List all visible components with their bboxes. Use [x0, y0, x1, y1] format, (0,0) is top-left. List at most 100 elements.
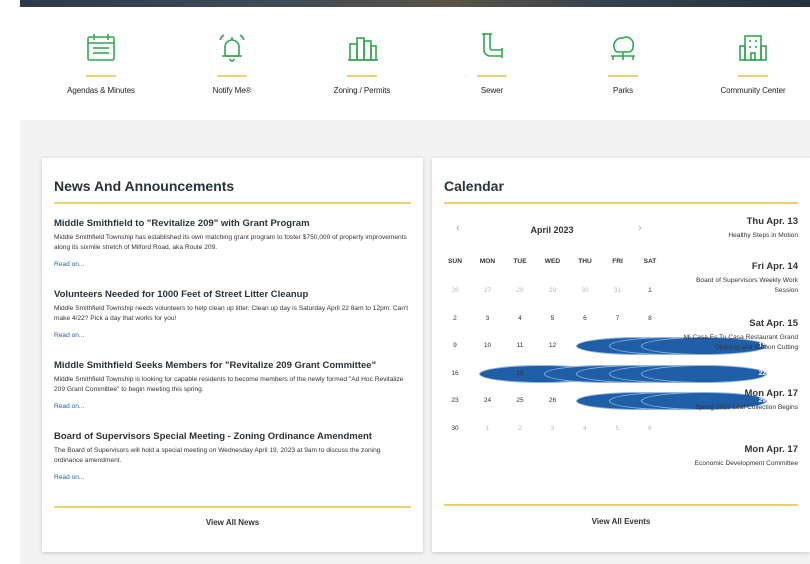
weekday-label: WED — [544, 258, 561, 265]
calendar-day[interactable]: 30 — [446, 420, 464, 438]
event-item[interactable]: Sat Apr. 15 Mi Casa Es Tu Casa Restauran… — [672, 318, 798, 353]
quicklink-label: Parks — [613, 86, 633, 95]
news-headline[interactable]: Volunteers Needed for 1000 Feet of Stree… — [54, 289, 409, 301]
buildings-icon — [342, 28, 382, 68]
calendar-day[interactable]: 18 — [511, 365, 529, 383]
news-summary: Middle Smithfield Township needs volunte… — [54, 305, 409, 322]
calendar-day[interactable]: 2 — [511, 420, 529, 438]
read-on-link[interactable]: Read on... — [54, 261, 84, 268]
quicklink-label: Notify Me® — [212, 86, 252, 95]
news-headline[interactable]: Middle Smithfield Seeks Members for "Rev… — [54, 360, 409, 372]
read-on-link[interactable]: Read on... — [54, 332, 84, 339]
calendar-day[interactable]: 23 — [446, 392, 464, 410]
calendar-day[interactable]: 26 — [544, 392, 562, 410]
building-icon — [733, 28, 773, 68]
calendar-day[interactable]: 30 — [576, 282, 594, 300]
park-icon — [603, 28, 643, 68]
news-title: News And Announcements — [54, 178, 235, 194]
quicklink-label: Community Center — [720, 86, 786, 95]
news-article: Middle Smithfield Seeks Members for "Rev… — [54, 360, 409, 413]
weekday-label: THU — [578, 258, 592, 265]
calendar-day[interactable]: 4 — [576, 420, 594, 438]
calendar-day[interactable]: 11 — [511, 337, 529, 355]
event-item[interactable]: Fri Apr. 14 Board of Supervisors Weekly … — [672, 261, 798, 296]
calendar-day[interactable]: 12 — [544, 337, 562, 355]
event-item[interactable]: Thu Apr. 13 Healthy Steps in Motion — [672, 216, 798, 241]
event-title: Economic Development Committee — [694, 460, 798, 467]
event-date: Mon Apr. 17 — [744, 388, 799, 399]
quicklink-label: Agendas & Minutes — [67, 86, 135, 95]
news-headline[interactable]: Middle Smithfield to "Revitalize 209" wi… — [54, 218, 409, 230]
quicklink-agendas-minutes[interactable]: Agendas & Minutes — [46, 22, 156, 95]
event-title: Spring 2023 Leaf Collection Begins — [694, 404, 798, 411]
calendar-day[interactable]: 3 — [479, 310, 497, 328]
calendar-day-with-event[interactable]: 22 — [641, 364, 767, 383]
calendar-day[interactable]: 29 — [544, 282, 562, 300]
quicklink-label: Sewer — [480, 86, 504, 95]
quicklink-zoning-permits[interactable]: Zoning / Permits — [307, 22, 417, 95]
event-date: Sat Apr. 15 — [749, 318, 798, 329]
calendar-month-nav: ‹ April 2023 › — [444, 222, 644, 238]
event-title: Healthy Steps in Motion — [728, 232, 798, 239]
calendar-day[interactable]: 6 — [576, 310, 594, 328]
calendar-day[interactable]: 1 — [479, 420, 497, 438]
news-article: Board of Supervisors Special Meeting - Z… — [54, 431, 409, 484]
calendar-day[interactable]: 27 — [479, 282, 497, 300]
calendar-month-label: April 2023 — [530, 225, 574, 235]
event-item[interactable]: Mon Apr. 17 Economic Development Committ… — [672, 444, 798, 469]
news-footer-divider — [54, 506, 411, 508]
bell-icon — [212, 28, 252, 68]
calendar-title-divider — [444, 202, 798, 204]
calendar-day[interactable]: 5 — [609, 420, 627, 438]
next-month-button[interactable]: › — [638, 222, 642, 234]
calendar-day[interactable]: 25 — [511, 392, 529, 410]
event-title: Board of Supervisors Weekly Work Session — [696, 277, 798, 294]
calendar-day[interactable]: 7 — [609, 310, 627, 328]
view-all-events-link[interactable]: View All Events — [432, 517, 810, 526]
news-article: Volunteers Needed for 1000 Feet of Stree… — [54, 289, 409, 342]
calendar-card: Calendar ‹ April 2023 › SUN MON TUE WED THU F… — [432, 158, 810, 552]
calendar-day[interactable]: 6 — [641, 420, 659, 438]
calendar-icon — [81, 28, 121, 68]
event-date: Mon Apr. 17 — [744, 444, 799, 455]
news-summary: Middle Smithfield Township is looking fo… — [54, 376, 404, 393]
calendar-day[interactable]: 31 — [609, 282, 627, 300]
weekday-label: SUN — [448, 258, 462, 265]
calendar-day[interactable]: 10 — [479, 337, 497, 355]
weekday-label: SAT — [643, 258, 657, 265]
news-card: News And Announcements Middle Smithfield… — [42, 158, 423, 552]
quicklink-sewer[interactable]: Sewer — [437, 22, 547, 95]
calendar-day[interactable]: 4 — [511, 310, 529, 328]
calendar-day[interactable]: 3 — [544, 420, 562, 438]
calendar-day[interactable]: 2 — [446, 310, 464, 328]
event-title: Mi Casa Es Tu Casa Restaurant Grand Open… — [683, 334, 798, 351]
quicklink-notify-me[interactable]: Notify Me® — [177, 22, 287, 95]
calendar-footer-divider — [444, 504, 798, 506]
quicklinks-bar: Agendas & Minutes Notify Me® Zoning / Pe… — [20, 22, 810, 112]
hero-image-strip — [20, 0, 810, 7]
news-headline[interactable]: Board of Supervisors Special Meeting - Z… — [54, 431, 409, 443]
event-item[interactable]: Mon Apr. 17 Spring 2023 Leaf Collection … — [672, 388, 798, 413]
weekday-label: FRI — [612, 258, 623, 265]
calendar-day[interactable]: 5 — [544, 310, 562, 328]
news-summary: Middle Smithfield Township has establish… — [54, 234, 407, 251]
quicklink-parks[interactable]: Parks — [568, 22, 678, 95]
calendar-day[interactable]: 28 — [511, 282, 529, 300]
view-all-news-link[interactable]: View All News — [42, 518, 423, 527]
calendar-day[interactable]: 24 — [479, 392, 497, 410]
calendar-day[interactable]: 8 — [641, 310, 659, 328]
news-summary: The Board of Supervisors will hold a spe… — [54, 447, 381, 464]
quicklink-community-center[interactable]: Community Center — [698, 22, 808, 95]
event-date: Fri Apr. 14 — [751, 261, 798, 272]
calendar-day[interactable]: 9 — [446, 337, 464, 355]
pipe-icon — [472, 28, 512, 68]
calendar-day[interactable]: 1 — [641, 282, 659, 300]
event-date: Thu Apr. 13 — [746, 216, 798, 227]
weekday-label: TUE — [513, 258, 527, 265]
weekday-label: MON — [479, 258, 496, 265]
read-on-link[interactable]: Read on... — [54, 403, 84, 410]
calendar-day[interactable]: 26 — [446, 282, 464, 300]
calendar-day[interactable]: 16 — [446, 365, 464, 383]
calendar-title: Calendar — [444, 178, 504, 194]
read-on-link[interactable]: Read on... — [54, 474, 84, 481]
